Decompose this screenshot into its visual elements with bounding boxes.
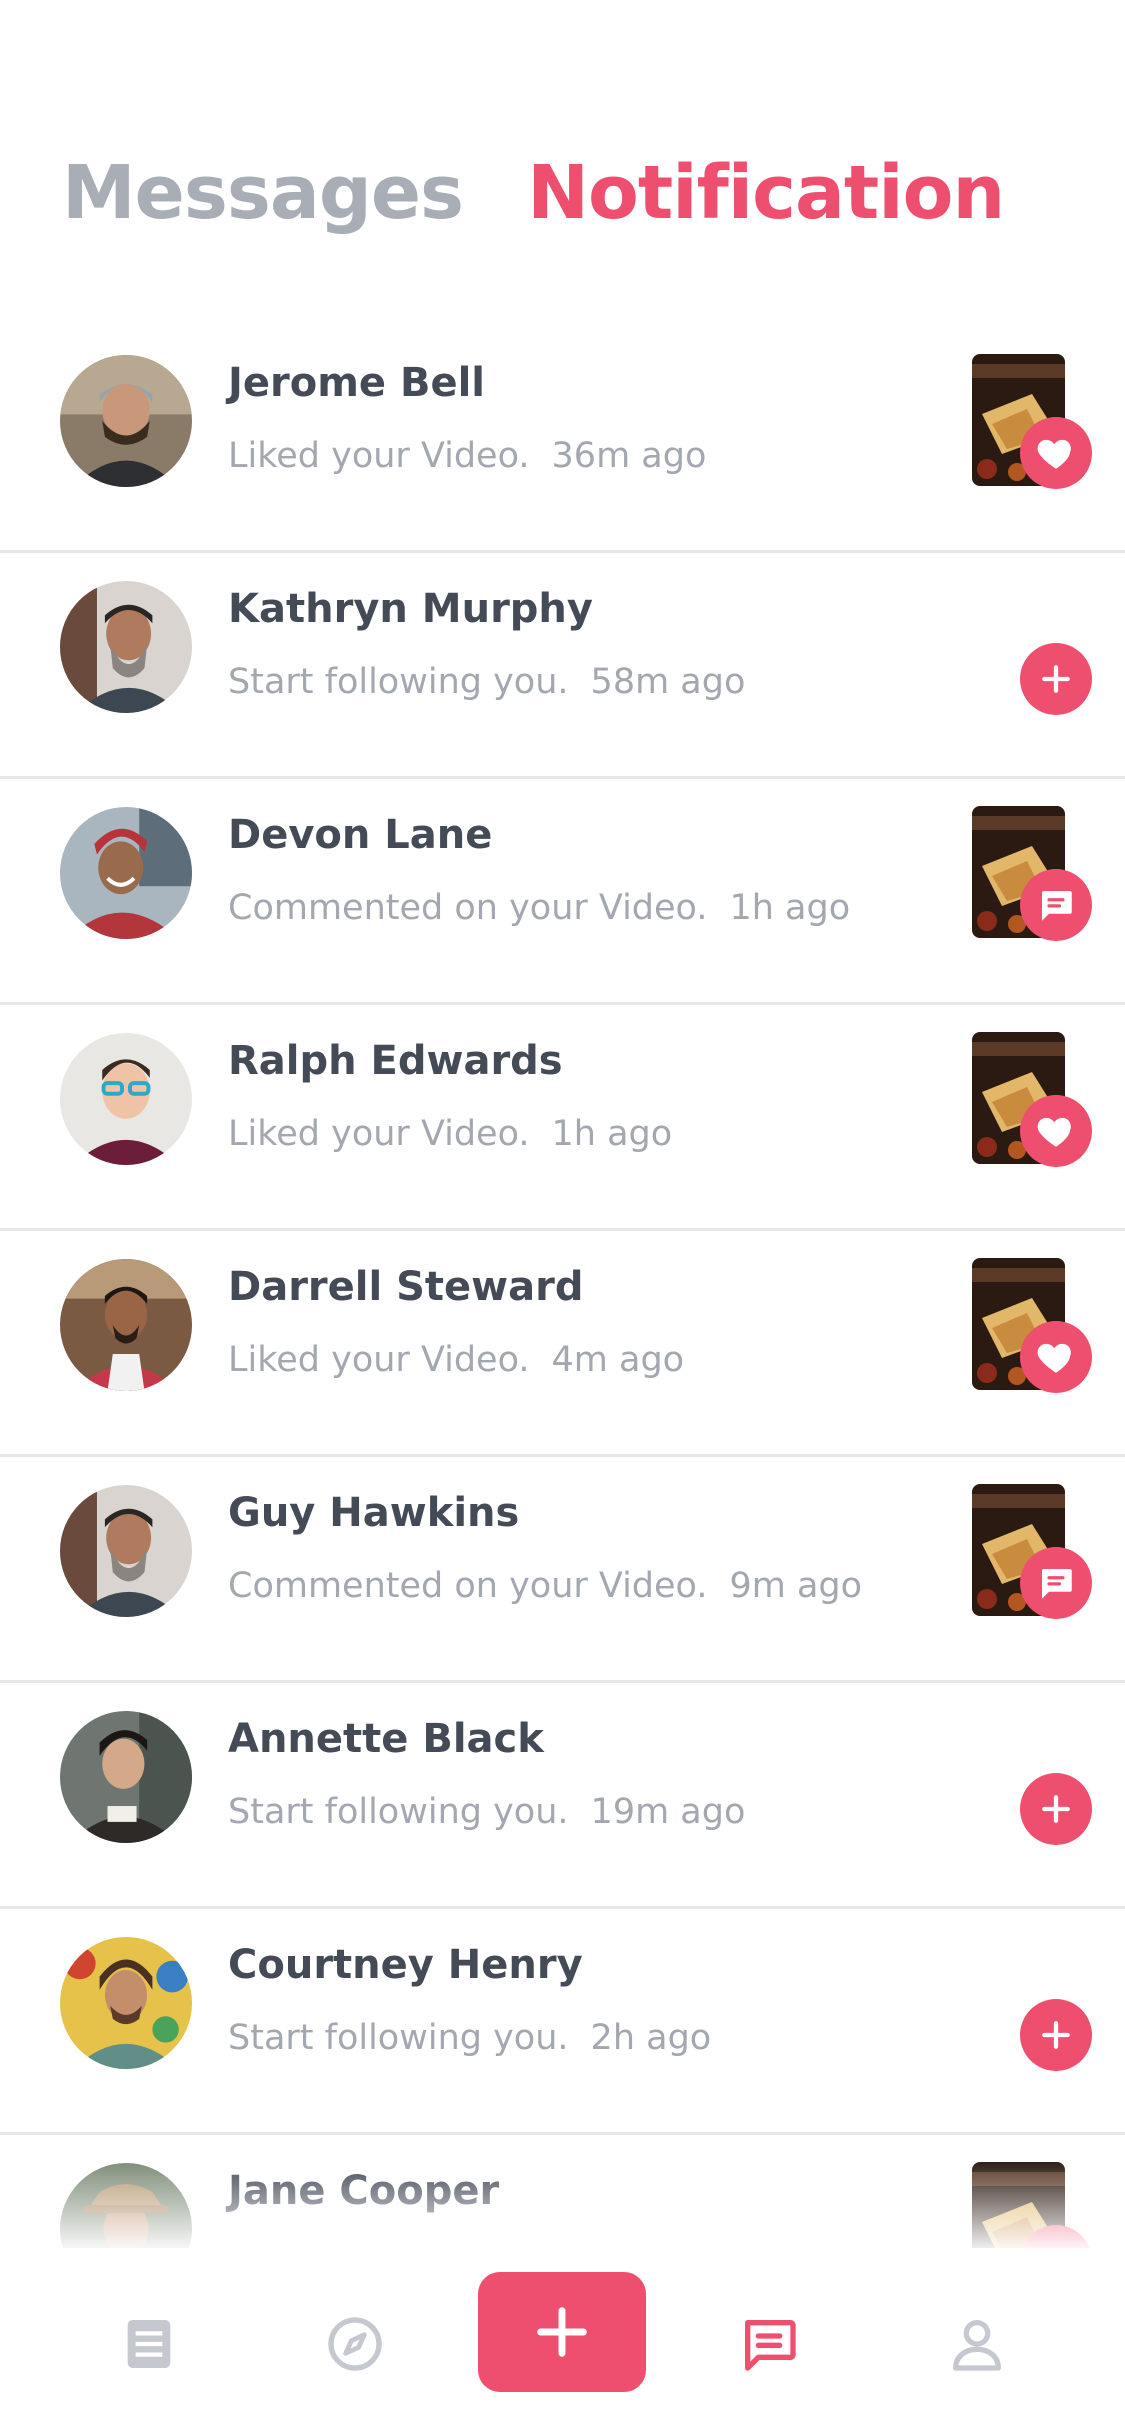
notification-row[interactable]: Kathryn Murphy Start following you. 58m a… bbox=[0, 553, 1125, 779]
user-name[interactable]: Courtney Henry bbox=[228, 1942, 583, 1988]
plus-icon bbox=[537, 2307, 587, 2357]
plus-icon bbox=[1042, 1795, 1070, 1823]
notification-detail: Liked your Video. 36m ago bbox=[228, 436, 706, 476]
avatar[interactable] bbox=[60, 355, 192, 487]
time-ago: 58m ago bbox=[590, 662, 746, 702]
feed-icon bbox=[127, 2320, 171, 2368]
follow-back-button[interactable] bbox=[1020, 643, 1092, 715]
user-name[interactable]: Annette Black bbox=[228, 1716, 544, 1762]
notification-detail: Commented on your Video. 9m ago bbox=[228, 1566, 862, 1606]
notification-detail: Liked your Video. 4m ago bbox=[228, 1340, 684, 1380]
comment-icon bbox=[1042, 891, 1072, 921]
action-text: Liked your Video. bbox=[228, 1114, 530, 1154]
notification-detail: Start following you. 2h ago bbox=[228, 2018, 711, 2058]
heart-icon bbox=[1037, 439, 1071, 469]
notification-row[interactable]: Devon Lane Commented on your Video. 1h ag… bbox=[0, 779, 1125, 1005]
nav-feed[interactable] bbox=[117, 2312, 181, 2376]
profile-icon bbox=[953, 2320, 1001, 2371]
tab-messages[interactable]: Messages bbox=[62, 150, 464, 236]
notification-detail: Commented on your Video. 1h ago bbox=[228, 888, 850, 928]
user-name[interactable]: Devon Lane bbox=[228, 812, 492, 858]
time-ago: 4m ago bbox=[551, 1340, 685, 1380]
user-name[interactable]: Kathryn Murphy bbox=[228, 586, 593, 632]
time-ago: 19m ago bbox=[590, 1792, 746, 1832]
notification-row[interactable]: Courtney Henry Start following you. 2h ag… bbox=[0, 1909, 1125, 2135]
action-text: Start following you. bbox=[228, 662, 569, 702]
nav-messages[interactable] bbox=[737, 2312, 801, 2376]
user-name[interactable]: Ralph Edwards bbox=[228, 1038, 563, 1084]
avatar[interactable] bbox=[60, 1485, 192, 1617]
plus-icon bbox=[1042, 2021, 1070, 2049]
comment-badge bbox=[1020, 1547, 1092, 1619]
notification-detail: Start following you. 58m ago bbox=[228, 662, 745, 702]
avatar[interactable] bbox=[60, 807, 192, 939]
like-badge bbox=[1020, 1095, 1092, 1167]
notification-list: Jerome Bell Liked your Video. 36m ago Kat… bbox=[0, 327, 1125, 2361]
nav-profile[interactable] bbox=[945, 2312, 1009, 2376]
action-text: Liked your Video. bbox=[228, 436, 530, 476]
bottom-tab-bar bbox=[0, 2248, 1125, 2436]
nav-discover[interactable] bbox=[323, 2312, 387, 2376]
avatar[interactable] bbox=[60, 1937, 192, 2069]
heart-icon bbox=[1037, 1343, 1071, 1373]
notification-detail: Liked your Video. 1h ago bbox=[228, 1114, 672, 1154]
avatar[interactable] bbox=[60, 1033, 192, 1165]
time-ago: 1h ago bbox=[729, 888, 851, 928]
chat-icon bbox=[745, 2320, 796, 2371]
notification-row[interactable]: Guy Hawkins Commented on your Video. 9m a… bbox=[0, 1457, 1125, 1683]
notification-row[interactable]: Ralph Edwards Liked your Video. 1h ago bbox=[0, 1005, 1125, 1231]
plus-icon bbox=[1042, 665, 1070, 693]
follow-back-button[interactable] bbox=[1020, 1773, 1092, 1845]
compass-icon bbox=[328, 2317, 382, 2371]
user-name[interactable]: Jerome Bell bbox=[228, 360, 485, 406]
action-text: Liked your Video. bbox=[228, 1340, 530, 1380]
notification-row[interactable]: Annette Black Start following you. 19m ag… bbox=[0, 1683, 1125, 1909]
follow-back-button[interactable] bbox=[1020, 1999, 1092, 2071]
action-text: Start following you. bbox=[228, 2018, 569, 2058]
user-name[interactable]: Jane Cooper bbox=[228, 2168, 499, 2214]
avatar[interactable] bbox=[60, 581, 192, 713]
header-tabs: Messages Notification bbox=[62, 150, 1005, 236]
time-ago: 1h ago bbox=[551, 1114, 673, 1154]
avatar[interactable] bbox=[60, 1259, 192, 1391]
tab-notification[interactable]: Notification bbox=[527, 150, 1005, 236]
time-ago: 9m ago bbox=[729, 1566, 863, 1606]
action-text: Commented on your Video. bbox=[228, 888, 708, 928]
notification-detail: Start following you. 19m ago bbox=[228, 1792, 745, 1832]
comment-icon bbox=[1042, 1569, 1072, 1599]
user-name[interactable]: Darrell Steward bbox=[228, 1264, 584, 1310]
time-ago: 2h ago bbox=[590, 2018, 712, 2058]
user-name[interactable]: Guy Hawkins bbox=[228, 1490, 519, 1536]
comment-badge bbox=[1020, 869, 1092, 941]
heart-icon bbox=[1037, 1117, 1071, 1147]
create-button[interactable] bbox=[478, 2272, 646, 2392]
time-ago: 36m ago bbox=[551, 436, 707, 476]
notification-row[interactable]: Darrell Steward Liked your Video. 4m ago bbox=[0, 1231, 1125, 1457]
action-text: Start following you. bbox=[228, 1792, 569, 1832]
like-badge bbox=[1020, 417, 1092, 489]
avatar[interactable] bbox=[60, 1711, 192, 1843]
action-text: Commented on your Video. bbox=[228, 1566, 708, 1606]
like-badge bbox=[1020, 1321, 1092, 1393]
notification-row[interactable]: Jerome Bell Liked your Video. 36m ago bbox=[0, 327, 1125, 553]
